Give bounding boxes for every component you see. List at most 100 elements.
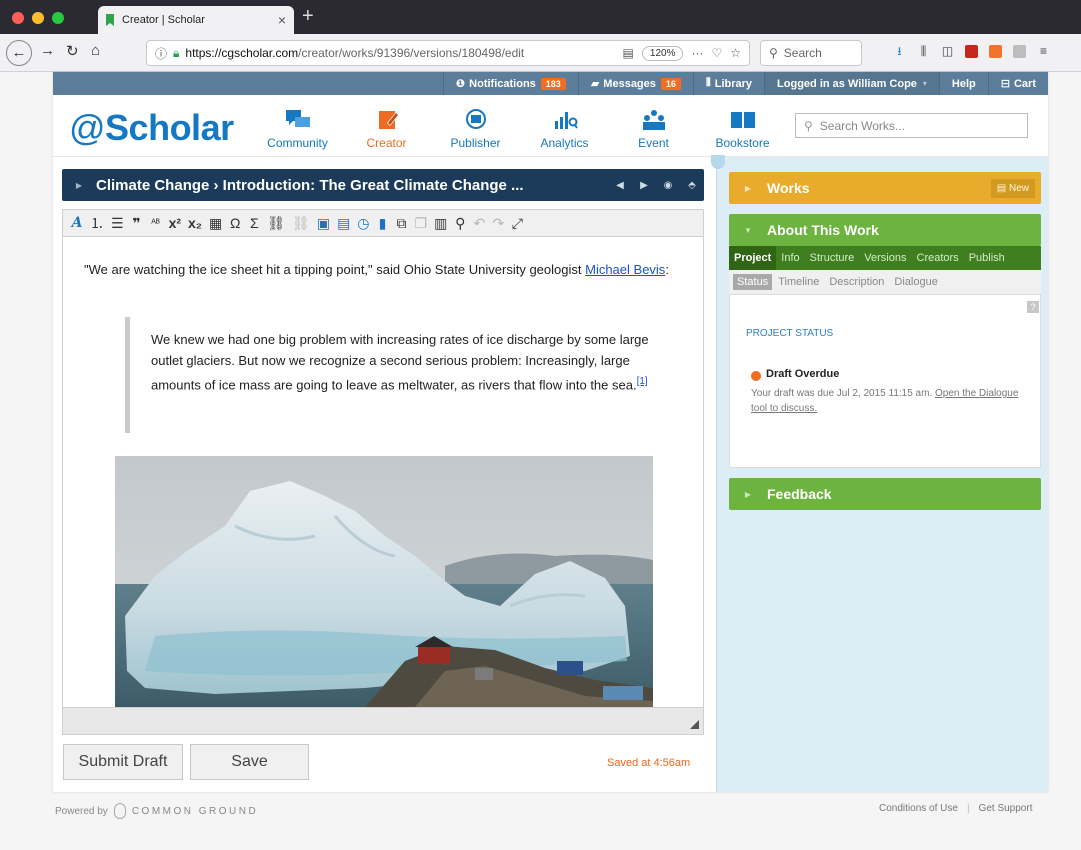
- window-minimize-button[interactable]: [32, 12, 44, 24]
- scholar-logo[interactable]: @Scholar: [69, 107, 234, 149]
- logo-text: Scholar: [105, 107, 234, 148]
- expand-caret-icon[interactable]: ▶: [62, 181, 96, 190]
- address-bar[interactable]: ⓘ 🔒︎ https://cgscholar.com /creator/work…: [146, 40, 750, 66]
- extension-icon[interactable]: [1013, 45, 1026, 58]
- sidebar-icon[interactable]: ◫: [941, 45, 954, 58]
- subtab-timeline[interactable]: Timeline: [774, 274, 823, 290]
- back-arrow-icon[interactable]: ←: [6, 40, 32, 66]
- subscript-icon[interactable]: x₂: [188, 215, 202, 231]
- search-works-input[interactable]: ⚲ Search Works...: [795, 113, 1028, 138]
- cart-link[interactable]: ⊟ Cart: [987, 72, 1048, 95]
- undo-icon[interactable]: ↶: [473, 215, 485, 232]
- tab-info[interactable]: Info: [776, 246, 804, 270]
- browser-search-input[interactable]: ⚲ Search: [760, 40, 862, 66]
- downloads-icon[interactable]: ⭳: [893, 45, 906, 58]
- nav-bookstore[interactable]: Bookstore: [698, 95, 787, 157]
- pocket-icon[interactable]: ♡: [711, 46, 722, 60]
- nav-event[interactable]: Event: [609, 95, 698, 157]
- link-icon[interactable]: ⛓: [267, 215, 285, 232]
- reader-view-icon[interactable]: ▤: [623, 46, 634, 60]
- insert-update-icon[interactable]: ◷: [357, 215, 369, 232]
- notifications-link[interactable]: ❶ Notifications 183: [442, 72, 578, 95]
- options-icon[interactable]: ⬘: [680, 180, 704, 191]
- bulleted-list-icon[interactable]: ☰: [111, 215, 124, 232]
- equation-icon[interactable]: Σ: [248, 215, 260, 231]
- nav-creator[interactable]: Creator: [342, 95, 431, 157]
- zoom-level[interactable]: 120%: [641, 45, 684, 61]
- site-info-icon[interactable]: ⓘ: [155, 45, 167, 62]
- tab-structure[interactable]: Structure: [805, 246, 860, 270]
- michael-bevis-link[interactable]: Michael Bevis: [585, 262, 665, 277]
- find-icon[interactable]: ⚲: [454, 215, 466, 232]
- feedback-panel-header[interactable]: ▶ Feedback: [729, 478, 1041, 510]
- blockquote-icon[interactable]: ❞: [131, 215, 143, 232]
- sc-extension-icon[interactable]: [989, 45, 1002, 58]
- tab-publish[interactable]: Publish: [964, 246, 1010, 270]
- tab-versions[interactable]: Versions: [859, 246, 911, 270]
- tab-project[interactable]: Project: [729, 246, 777, 270]
- abbreviation-icon[interactable]: ᴬᴮ: [150, 218, 162, 229]
- help-question-icon[interactable]: ?: [1027, 301, 1039, 313]
- subtab-status[interactable]: Status: [733, 274, 773, 290]
- overdue-status-dot-icon: [751, 371, 761, 381]
- editor-content-area[interactable]: "We are watching the ice sheet hit a tip…: [62, 237, 704, 707]
- bookmark-icon[interactable]: ▮: [377, 215, 389, 232]
- forward-arrow-icon[interactable]: →: [40, 42, 55, 59]
- messages-count-badge: 16: [660, 77, 681, 90]
- window-zoom-button[interactable]: [52, 12, 64, 24]
- submit-draft-button[interactable]: Submit Draft: [63, 744, 183, 780]
- table-icon[interactable]: ▦: [209, 215, 222, 232]
- numbered-list-icon[interactable]: ⒈: [90, 213, 104, 233]
- more-actions-icon[interactable]: ···: [691, 46, 703, 60]
- redo-icon[interactable]: ↷: [492, 215, 504, 232]
- about-panel-header[interactable]: ▼ About This Work: [729, 214, 1041, 246]
- lock-icon: 🔒︎: [173, 45, 180, 60]
- nav-community[interactable]: Community: [253, 95, 342, 157]
- home-icon[interactable]: ⌂: [91, 42, 100, 59]
- footnote-link[interactable]: [1]: [637, 376, 648, 387]
- nav-publisher[interactable]: Publisher: [431, 95, 520, 157]
- embed-icon[interactable]: ⧉: [396, 215, 408, 232]
- library-icon[interactable]: ⫼: [917, 45, 930, 58]
- preview-eye-icon[interactable]: ◉: [656, 180, 680, 191]
- fullscreen-icon[interactable]: ⤢: [511, 215, 523, 232]
- library-link[interactable]: ⦀ Library: [692, 72, 764, 95]
- nav-analytics[interactable]: Analytics: [520, 95, 609, 157]
- special-character-icon[interactable]: Ω: [229, 215, 241, 231]
- paste-icon[interactable]: ▥: [434, 215, 447, 232]
- work-title: Climate Change › Introduction: The Great…: [96, 176, 524, 194]
- text-style-icon[interactable]: A: [71, 215, 83, 231]
- window-close-button[interactable]: [12, 12, 24, 24]
- help-link[interactable]: Help: [938, 72, 988, 95]
- tab-creators[interactable]: Creators: [912, 246, 964, 270]
- tab-close-icon[interactable]: ×: [278, 12, 286, 28]
- messages-link[interactable]: ▰ Messages 16: [577, 72, 693, 95]
- editor-status-bar: [62, 707, 704, 735]
- unlink-icon[interactable]: ⛓: [292, 215, 310, 232]
- save-button[interactable]: Save: [190, 744, 309, 780]
- conditions-of-use-link[interactable]: Conditions of Use: [879, 803, 958, 814]
- get-support-link[interactable]: Get Support: [979, 803, 1033, 814]
- subtab-dialogue[interactable]: Dialogue: [890, 274, 941, 290]
- browser-tab-bar: Creator | Scholar × +: [0, 0, 1081, 34]
- prev-section-icon[interactable]: ◀: [608, 180, 632, 191]
- creator-pencil-icon: [378, 111, 399, 129]
- superscript-icon[interactable]: x²: [169, 215, 181, 231]
- works-panel-header[interactable]: ▶ Works ▤ New: [729, 172, 1041, 204]
- browser-tab[interactable]: Creator | Scholar ×: [98, 6, 294, 34]
- pdf-extension-icon[interactable]: [965, 45, 978, 58]
- sidebar-toggle-tab[interactable]: [711, 155, 725, 169]
- resize-handle-icon[interactable]: [690, 720, 699, 729]
- account-menu[interactable]: Logged in as William Cope ▾: [764, 72, 939, 95]
- messages-label: Messages: [603, 77, 656, 90]
- insert-image-icon[interactable]: ▣: [317, 215, 330, 232]
- bookmark-star-icon[interactable]: ☆: [730, 46, 741, 60]
- copy-icon[interactable]: ❐: [415, 215, 428, 232]
- subtab-description[interactable]: Description: [825, 274, 888, 290]
- menu-icon[interactable]: ≡: [1037, 45, 1050, 58]
- reload-icon[interactable]: ↻: [66, 42, 79, 60]
- next-section-icon[interactable]: ▶: [632, 180, 656, 191]
- new-work-button[interactable]: ▤ New: [990, 178, 1035, 198]
- insert-media-icon[interactable]: ▤: [337, 215, 350, 232]
- new-tab-icon[interactable]: +: [302, 5, 314, 28]
